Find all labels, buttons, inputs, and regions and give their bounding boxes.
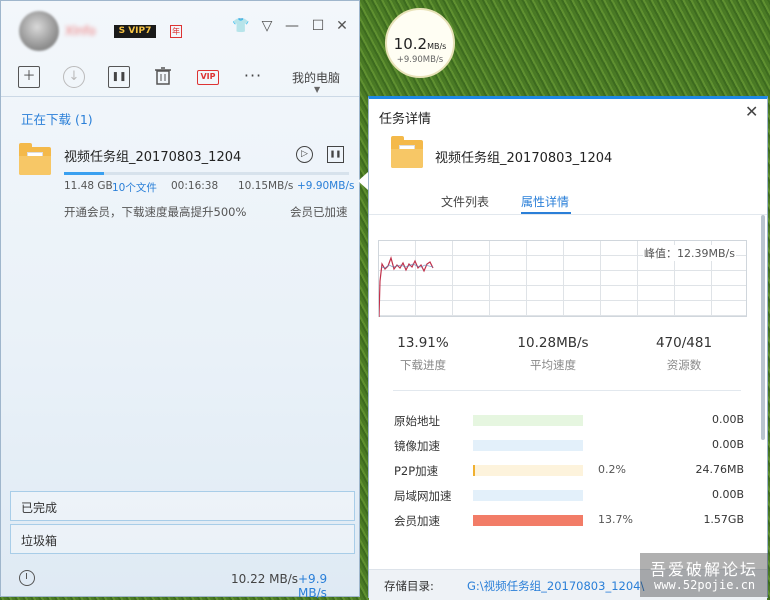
source-label: 原始地址 [394, 414, 440, 428]
task-detail-panel: 任务详情 ✕ 视频任务组_20170803_1204 文件列表 属性详情 峰值：… [368, 96, 768, 600]
folder-icon [19, 143, 51, 175]
alarm-clock-icon[interactable] [19, 570, 35, 586]
download-name: 视频任务组_20170803_1204 [64, 150, 242, 165]
username[interactable]: Xlnfo [65, 24, 96, 38]
more-button[interactable]: ··· [242, 66, 264, 88]
scrollbar[interactable] [761, 215, 765, 440]
storage-path-link[interactable]: G:\视频任务组_20170803_1204\ [467, 578, 644, 594]
upload-speed: +9.90MB/s [297, 180, 355, 192]
divider [369, 214, 767, 215]
start-button[interactable]: ↓ [63, 66, 85, 88]
source-percent: 0.2% [598, 463, 626, 476]
source-bar [473, 515, 583, 526]
svip-badge[interactable]: S VIP7 [114, 25, 156, 38]
download-item[interactable]: 视频任务组_20170803_1204 ▷ ❚❚ 11.48 GB 10个文件 … [1, 137, 359, 227]
stat-label: 资源数 [666, 358, 702, 372]
stat-label: 下载进度 [400, 358, 446, 372]
peak-speed: 峰值：12.39MB/s [643, 245, 736, 261]
source-amount: 0.00B [711, 488, 744, 501]
detail-task-name: 视频任务组_20170803_1204 [435, 151, 613, 166]
bubble-speed: 10.2MB/s [393, 35, 447, 53]
section-completed[interactable]: 已完成 [10, 491, 355, 521]
vip-button[interactable]: VIP [197, 70, 219, 85]
chevron-down-icon[interactable]: ▼ [314, 85, 320, 94]
minimize-icon[interactable]: — [283, 17, 301, 35]
section-downloading[interactable]: 正在下载 (1) [21, 109, 93, 128]
source-row: 镜像加速 0.00B [394, 438, 744, 454]
pause-button[interactable]: ❚❚ [108, 66, 130, 88]
titlebar: Xlnfo S VIP7 年 👕 ▽ — ☐ ✕ [1, 1, 359, 57]
maximize-icon[interactable]: ☐ [309, 17, 327, 35]
source-row: 会员加速 13.7% 1.57GB [394, 513, 744, 529]
divider [1, 96, 359, 97]
stat-value: 10.28MB/s [517, 335, 589, 351]
trash-icon [155, 67, 171, 85]
divider [393, 390, 741, 391]
play-speed-icon[interactable]: ▷ [296, 146, 313, 163]
total-download-speed: 10.22 MB/s [231, 572, 299, 586]
status-bar: 10.22 MB/s +9.9 MB/s [1, 564, 359, 600]
remaining-time: 00:16:38 [171, 180, 219, 192]
detail-title: 任务详情 [379, 112, 432, 127]
stat-resources: 470/481 资源数 [624, 335, 744, 373]
watermark-url: www.52pojie.cn [654, 578, 756, 592]
source-label: 局域网加速 [394, 489, 452, 503]
section-trash[interactable]: 垃圾箱 [10, 524, 355, 554]
file-count-link[interactable]: 10个文件 [112, 180, 157, 195]
tab-properties[interactable]: 属性详情 [521, 193, 569, 210]
source-row: 原始地址 0.00B [394, 413, 744, 429]
stat-value: 13.91% [397, 335, 449, 351]
bubble-upload: +9.90MB/s [396, 55, 444, 65]
progress-fill [64, 172, 104, 175]
source-label: P2P加速 [394, 464, 439, 478]
year-badge[interactable]: 年 [170, 25, 182, 38]
stat-progress: 13.91% 下载进度 [363, 335, 483, 373]
my-pc-dropdown[interactable]: 我的电脑 [292, 69, 340, 86]
total-upload-speed: +9.9 MB/s [298, 572, 328, 600]
close-icon[interactable]: ✕ [745, 102, 758, 121]
delete-button[interactable] [152, 66, 174, 88]
source-bar [473, 465, 583, 476]
source-label: 镜像加速 [394, 439, 440, 453]
source-bar [473, 440, 583, 451]
pause-icon[interactable]: ❚❚ [327, 146, 344, 163]
avatar[interactable] [19, 11, 59, 51]
speed-float-ball[interactable]: 10.2MB/s +9.90MB/s [385, 8, 455, 78]
source-amount: 0.00B [711, 438, 744, 451]
new-task-button[interactable]: ＋ [18, 66, 40, 88]
member-status: 会员已加速 [290, 205, 348, 219]
download-size: 11.48 GB [64, 180, 113, 192]
source-bar [473, 415, 583, 426]
menu-icon[interactable]: ▽ [258, 17, 276, 35]
stat-label: 平均速度 [530, 358, 576, 372]
storage-label: 存储目录: [384, 579, 434, 593]
popover-arrow [358, 172, 368, 190]
source-amount: 24.76MB [695, 463, 744, 476]
stat-value: 470/481 [655, 335, 713, 351]
source-percent: 13.7% [598, 513, 633, 526]
download-progress [64, 172, 349, 175]
watermark-title: 吾爱破解论坛 [650, 560, 759, 579]
toolbar: ＋ ↓ ❚❚ VIP ··· 我的电脑 ▼ [1, 61, 359, 95]
download-speed: 10.15MB/s [238, 180, 294, 192]
main-window: Xlnfo S VIP7 年 👕 ▽ — ☐ ✕ ＋ ↓ ❚❚ VIP ··· … [0, 0, 360, 600]
promo-text[interactable]: 开通会员，下载速度最高提升500% [64, 204, 246, 220]
folder-icon [391, 136, 423, 168]
tab-file-list[interactable]: 文件列表 [441, 193, 489, 210]
close-icon[interactable]: ✕ [333, 17, 351, 35]
stat-avg-speed: 10.28MB/s 平均速度 [493, 335, 613, 373]
source-row: 局域网加速 0.00B [394, 488, 744, 504]
source-amount: 1.57GB [703, 513, 744, 526]
source-row: P2P加速 0.2% 24.76MB [394, 463, 744, 479]
source-amount: 0.00B [711, 413, 744, 426]
source-label: 会员加速 [394, 514, 440, 528]
source-bar [473, 490, 583, 501]
skin-icon[interactable]: 👕 [232, 17, 250, 35]
